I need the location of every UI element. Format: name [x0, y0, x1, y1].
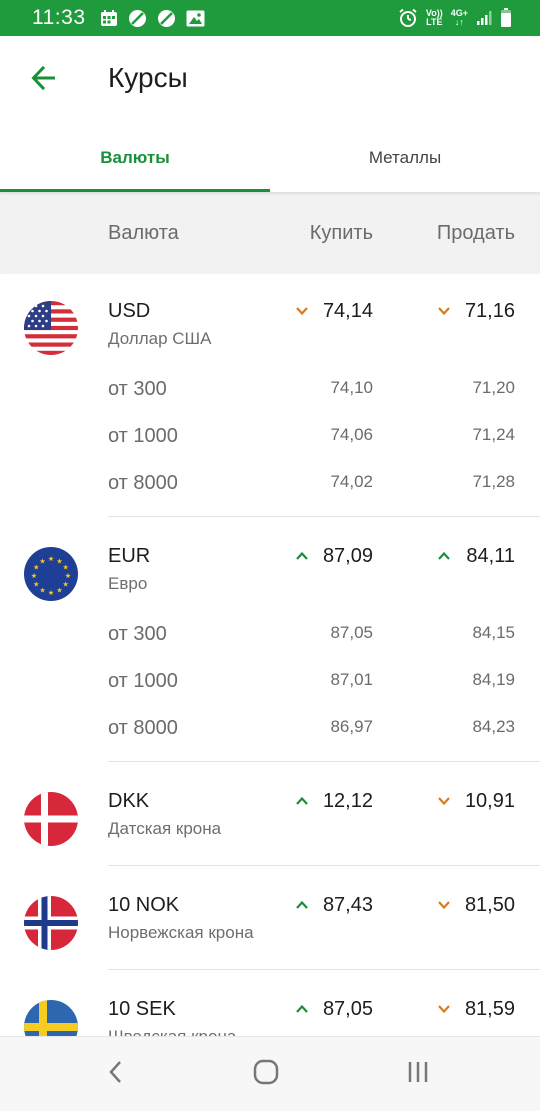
no-entry-icon [128, 9, 147, 28]
tier-sell: 84,15 [472, 623, 515, 642]
tier-buy: 74,02 [330, 472, 373, 491]
tier-label: от 8000 [108, 717, 178, 739]
currency-item-sek[interactable]: 10 SEK Шведская крона 87,05 81,59 [0, 970, 540, 1036]
buy-rate: 87,09 [322, 545, 373, 567]
sell-rate: 10,91 [464, 790, 515, 812]
buy-rate: 87,43 [322, 894, 373, 916]
battery-icon [500, 8, 512, 28]
currency-code: 10 NOK [108, 894, 180, 916]
currency-name: Шведская крона [108, 1027, 236, 1036]
currency-item-usd[interactable]: USD Доллар США 74,14 71,16 от 300 74,10 … [0, 274, 540, 517]
flag-us-icon [24, 301, 78, 355]
tier-label: от 8000 [108, 472, 178, 494]
currency-name: Датская крона [108, 819, 222, 838]
buy-rate: 74,14 [322, 300, 373, 322]
trend-down-icon [296, 307, 308, 316]
svg-text:★: ★ [48, 589, 54, 597]
signal-icon [476, 10, 492, 26]
trend-down-icon [438, 901, 450, 910]
no-entry-icon [157, 9, 176, 28]
trend-up-icon [296, 551, 308, 560]
svg-text:★: ★ [39, 587, 45, 595]
currency-item-nok[interactable]: 10 NOK Норвежская крона 87,43 81,50 [0, 866, 540, 970]
currency-name: Евро [108, 574, 148, 593]
svg-text:★: ★ [31, 572, 37, 580]
flag-dk-icon [24, 792, 78, 846]
tier-sell: 71,24 [472, 425, 515, 444]
sell-rate: 84,11 [466, 545, 515, 567]
buy-rate: 87,05 [322, 998, 373, 1020]
nav-home-button[interactable] [246, 1057, 286, 1091]
tier-sell: 84,23 [472, 717, 515, 736]
column-buy: Купить [309, 222, 373, 244]
currency-code: USD [108, 300, 151, 322]
trend-up-icon [296, 796, 308, 805]
table-header: Валюта Купить Продать [0, 192, 540, 274]
flag-no-icon [24, 896, 78, 950]
tier-buy: 87,01 [330, 670, 373, 689]
tier-label: от 1000 [108, 670, 178, 692]
network-indicator: 4G+ ↓↑ [450, 8, 468, 27]
page-title: Курсы [108, 62, 188, 93]
tab-metals[interactable]: Металлы [270, 124, 540, 192]
alarm-icon [398, 8, 418, 28]
calendar-icon [100, 9, 118, 27]
tier-label: от 300 [108, 623, 167, 645]
status-bar: 11:33 Vo)) LTE 4G+ ↓↑ [0, 0, 540, 36]
tier-buy: 74,06 [330, 425, 373, 444]
tier-sell: 84,19 [472, 670, 515, 689]
tier-label: от 1000 [108, 425, 178, 447]
sell-rate: 81,59 [464, 998, 515, 1020]
back-icon [106, 1059, 126, 1090]
currency-item-eur[interactable]: ★ ★ ★ ★ ★ ★ ★ ★ ★ ★ ★ ★ EUR Евро 87,09 84,11 от … [0, 517, 540, 762]
tier-label: от 300 [108, 378, 167, 400]
currency-list[interactable]: USD Доллар США 74,14 71,16 от 300 74,10 … [0, 274, 540, 1036]
back-button[interactable] [24, 60, 64, 100]
trend-down-icon [438, 307, 450, 316]
svg-text:★: ★ [33, 581, 39, 589]
trend-down-icon [438, 1005, 450, 1014]
tier-sell: 71,20 [472, 378, 515, 397]
currency-item-dkk[interactable]: DKK Датская крона 12,12 10,91 [0, 762, 540, 866]
trend-up-icon [438, 551, 450, 560]
svg-text:★: ★ [56, 587, 62, 595]
flag-se-icon [24, 1000, 78, 1036]
tier-buy: 74,10 [330, 378, 373, 397]
nav-back-button[interactable] [96, 1057, 136, 1091]
currency-code: DKK [108, 790, 150, 812]
currency-name: Доллар США [108, 329, 212, 348]
svg-text:★: ★ [39, 557, 45, 565]
svg-text:★: ★ [65, 572, 71, 580]
flag-eu-icon: ★ ★ ★ ★ ★ ★ ★ ★ ★ ★ ★ ★ [24, 547, 78, 601]
recents-icon [405, 1059, 431, 1090]
sell-rate: 81,50 [464, 894, 515, 916]
home-icon [252, 1058, 280, 1091]
tab-currencies[interactable]: Валюты [0, 124, 270, 192]
sell-rate: 71,16 [464, 300, 515, 322]
currency-name: Норвежская крона [108, 923, 254, 942]
currency-code: 10 SEK [108, 998, 176, 1020]
nav-recents-button[interactable] [398, 1057, 438, 1091]
trend-up-icon [296, 1004, 308, 1013]
column-sell: Продать [436, 222, 515, 244]
tier-buy: 87,05 [330, 623, 373, 642]
arrow-left-icon [30, 64, 58, 97]
system-nav-bar [0, 1036, 540, 1111]
trend-up-icon [296, 900, 308, 909]
currency-code: EUR [108, 545, 151, 567]
app-bar: Курсы [0, 36, 540, 124]
column-currency: Валюта [108, 222, 179, 244]
svg-text:★: ★ [48, 555, 54, 563]
image-icon [186, 10, 205, 27]
tier-sell: 71,28 [472, 472, 515, 491]
tab-bar: Валюты Металлы [0, 124, 540, 192]
trend-down-icon [438, 797, 450, 806]
volte-indicator: Vo)) LTE [425, 8, 443, 27]
tier-buy: 86,97 [330, 717, 373, 736]
svg-text:★: ★ [63, 581, 69, 589]
buy-rate: 12,12 [322, 790, 373, 812]
status-time: 11:33 [32, 6, 86, 29]
svg-text:★: ★ [63, 564, 69, 572]
